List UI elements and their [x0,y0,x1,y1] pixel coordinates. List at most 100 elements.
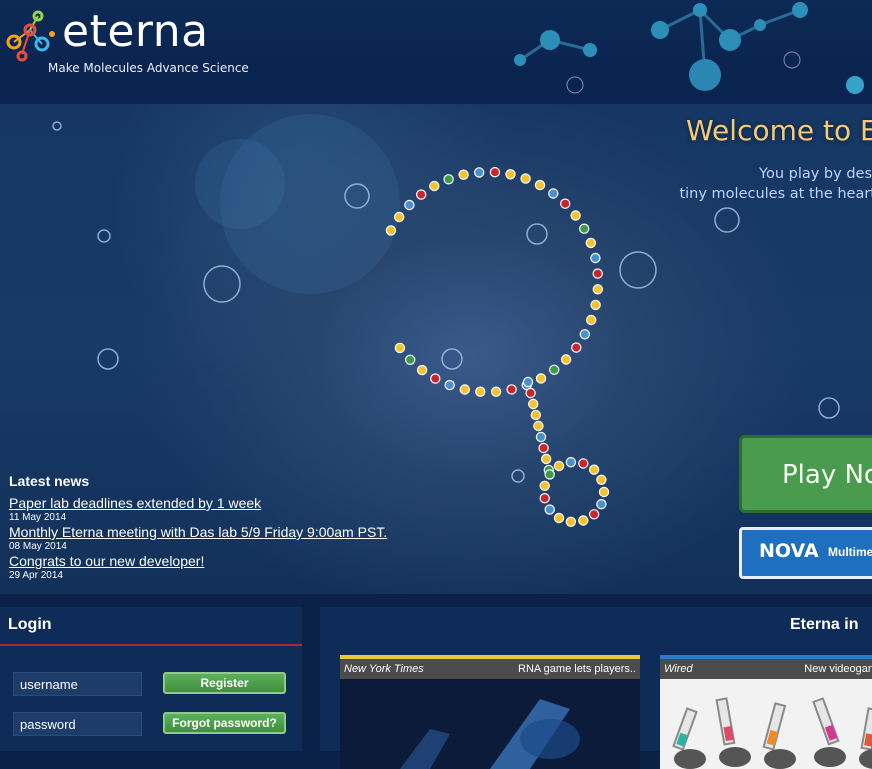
rna-base-bead [459,384,470,395]
rna-base-bead [404,199,415,211]
news-date: 29 Apr 2014 [9,570,63,581]
rna-base-bead [565,516,577,527]
rna-base-bead [592,268,603,279]
rna-base-bead [548,188,559,199]
rna-base-bead [525,387,536,399]
rna-base-bead [490,386,502,397]
login-divider [0,644,302,646]
nova-logo: NOVA [759,540,819,562]
logo-wordmark: eterna [62,6,209,57]
rna-base-bead [586,314,597,326]
nova-multimedia-button[interactable]: NOVA Multime [739,527,872,579]
rna-base-bead [520,173,531,184]
news-date: 11 May 2014 [9,512,67,523]
molecule-decoration-icon [514,2,864,94]
rna-base-bead [429,180,440,192]
rna-base-bead [416,364,428,376]
news-link[interactable]: Paper lab deadlines extended by 1 week [9,495,449,511]
welcome-description: You play by des tiny molecules at the he… [679,164,872,204]
rna-base-bead [385,225,397,236]
rna-base-bead [578,515,589,526]
rna-base-bead [539,493,550,504]
rna-base-bead [530,409,542,421]
rna-base-bead [560,354,572,365]
rna-base-bead [579,329,591,340]
rna-base-bead [506,384,517,395]
rna-base-bead [444,379,455,391]
rna-base-bead [578,458,589,469]
logo-tagline: Make Molecules Advance Science [48,61,249,75]
rna-base-bead [533,420,544,432]
press-card-bar: New York Times RNA game lets players.. [340,659,640,679]
hero-banner: Welcome to E You play by des tiny molecu… [0,104,872,594]
rna-base-bead [570,210,581,221]
site-header: eterna Make Molecules Advance Science [0,0,872,104]
press-card-wired[interactable]: Wired New videogan [660,655,872,769]
news-link[interactable]: Monthly Eterna meeting with Das lab 5/9 … [9,524,449,540]
rna-base-bead [505,169,516,180]
press-card-nyt[interactable]: New York Times RNA game lets players.. [340,655,640,769]
rna-base-bead [394,211,405,223]
rna-base-bead [534,179,546,191]
rna-base-bead [585,237,597,249]
news-item: Monthly Eterna meeting with Das lab 5/9 … [9,524,449,553]
rna-base-bead [588,464,600,475]
description-line-2: tiny molecules at the heart [679,186,872,202]
rna-base-bead [538,442,549,454]
welcome-title: Welcome to E [686,114,872,147]
rna-base-bead [560,198,571,209]
login-title: Login [8,616,52,633]
rna-base-bead [598,486,610,498]
rna-base-bead [590,252,601,264]
rna-base-bead [474,167,485,178]
rna-base-bead [522,376,534,388]
rna-base-bead [553,460,565,472]
latest-news-heading: Latest news [9,473,90,489]
rna-base-bead [553,512,565,524]
rna-base-bead [535,373,547,384]
rna-base-bead [544,469,555,480]
register-button[interactable]: Register [163,672,286,694]
news-item: Congrats to our new developer! 29 Apr 20… [9,553,449,582]
rna-base-bead [588,509,600,520]
description-line-1: You play by des [759,166,872,182]
rna-base-bead [579,223,590,234]
rna-base-bead [544,504,555,515]
rna-base-bead [528,398,539,410]
press-card-bar: Wired New videogan [660,659,872,679]
press-title: Eterna in [790,616,859,633]
rna-base-bead [430,373,441,384]
forgot-password-button[interactable]: Forgot password? [163,712,286,734]
rna-base-bead [535,431,547,443]
test-tubes-photo-icon [660,679,872,769]
nova-subtitle: Multime [828,545,872,559]
news-link[interactable]: Congrats to our new developer! [9,553,449,569]
rna-base-bead [405,354,416,365]
play-now-button[interactable]: Play No [739,435,872,513]
press-headline: RNA game lets players.. [518,663,636,675]
news-date: 08 May 2014 [9,541,67,552]
lab-photo-icon [340,679,640,769]
rna-base-bead [596,499,607,510]
press-headline: New videogan [804,663,872,675]
rna-base-bead [394,342,406,354]
rna-base-bead [592,284,604,295]
rna-base-bead [458,169,469,180]
rna-base-bead [549,364,560,375]
rna-base-bead [541,453,552,465]
rna-base-bead [539,480,550,491]
username-input[interactable] [13,672,142,696]
rna-base-bead [596,474,607,485]
rna-base-bead [443,174,454,185]
login-panel: Login Register Forgot password? [0,607,302,751]
latest-news: Latest news Paper lab deadlines extended… [9,472,449,582]
rna-base-bead [416,189,427,200]
press-source: New York Times [344,663,424,675]
rna-base-bead [571,342,582,353]
rna-base-bead [565,457,577,468]
press-panel: Eterna in New York Times RNA game lets p… [320,607,872,769]
rna-base-bead [475,386,486,397]
rna-base-bead [590,299,601,311]
password-input[interactable] [13,712,142,736]
eterna-logo[interactable]: eterna Make Molecules Advance Science [0,4,260,84]
